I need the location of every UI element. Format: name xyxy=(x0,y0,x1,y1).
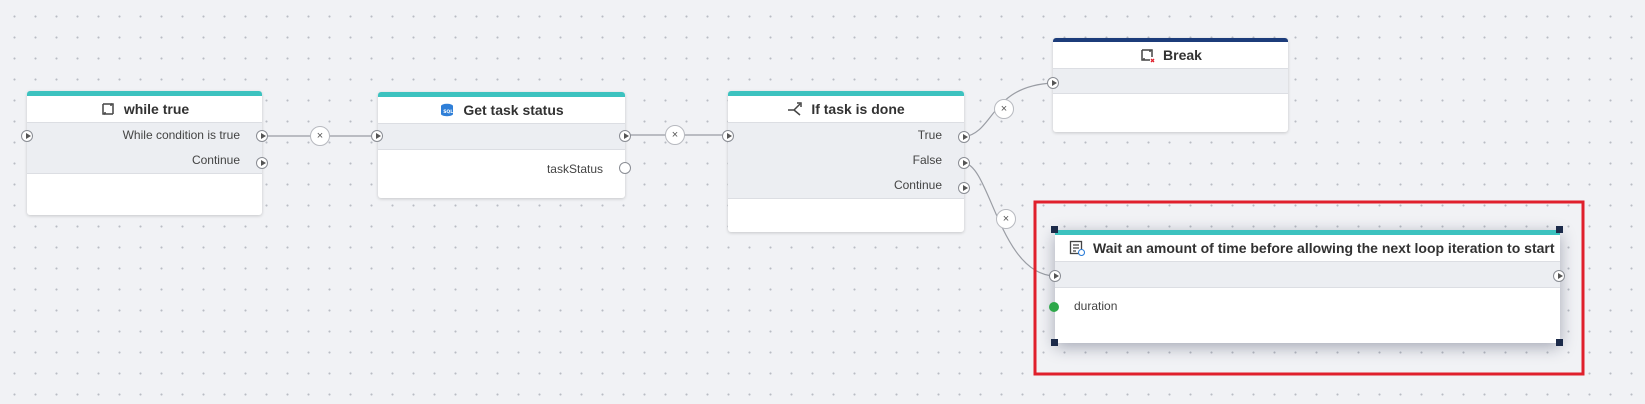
node-header: Wait an amount of time before allowing t… xyxy=(1055,230,1560,262)
input-port[interactable] xyxy=(1047,77,1059,89)
node-wait[interactable]: Wait an amount of time before allowing t… xyxy=(1055,230,1560,343)
output-port[interactable] xyxy=(1553,270,1565,282)
node-title: Get task status xyxy=(463,102,564,118)
node-title: If task is done xyxy=(811,101,905,117)
input-port[interactable] xyxy=(21,130,33,142)
svg-text:SQL: SQL xyxy=(444,109,454,115)
loop-break-icon xyxy=(1141,49,1155,63)
input-port[interactable] xyxy=(722,130,734,142)
disconnect-button[interactable]: × xyxy=(665,125,685,145)
node-header: while true xyxy=(27,91,262,123)
node-while-true[interactable]: while true While condition is true Conti… xyxy=(27,91,262,215)
resize-handle-top-right[interactable] xyxy=(1556,226,1563,233)
input-port[interactable] xyxy=(1049,270,1061,282)
port-row: Continue xyxy=(27,148,262,173)
disconnect-button[interactable]: × xyxy=(996,209,1016,229)
port-label-duration: duration xyxy=(1074,299,1118,313)
node-header: If task is done xyxy=(728,91,964,123)
branch-icon xyxy=(788,102,803,116)
port-label-task-status: taskStatus xyxy=(546,162,603,176)
node-ports-band: While condition is true Continue xyxy=(27,123,262,174)
resize-handle-top-left[interactable] xyxy=(1051,226,1058,233)
node-header: Break xyxy=(1053,38,1288,69)
output-port-continue[interactable] xyxy=(256,157,268,169)
disconnect-button[interactable]: × xyxy=(310,126,330,146)
node-get-task-status[interactable]: SQL Get task status taskStatus xyxy=(378,92,625,198)
node-title: while true xyxy=(123,101,190,117)
port-row: taskStatus xyxy=(378,150,625,188)
input-port[interactable] xyxy=(371,130,383,142)
port-label-while-condition: While condition is true xyxy=(122,128,240,142)
port-label-continue: Continue xyxy=(893,178,942,192)
node-title: Break xyxy=(1163,47,1202,63)
node-ports-band: True False Continue xyxy=(728,123,964,199)
output-port-false[interactable] xyxy=(958,157,970,169)
node-ports-band xyxy=(1055,262,1560,288)
output-port-continue[interactable] xyxy=(958,182,970,194)
node-ports-band xyxy=(1053,69,1288,94)
node-header: SQL Get task status xyxy=(378,92,625,124)
input-port-duration[interactable] xyxy=(1049,302,1059,312)
port-label-continue: Continue xyxy=(191,153,240,167)
port-row: False xyxy=(728,148,964,173)
port-row: Continue xyxy=(728,173,964,198)
node-title: Wait an amount of time before allowing t… xyxy=(1093,240,1555,256)
node-if-task-is-done[interactable]: If task is done True False Continue xyxy=(728,91,964,232)
resize-handle-bottom-left[interactable] xyxy=(1051,339,1058,346)
delay-timer-icon xyxy=(1069,240,1085,256)
node-break[interactable]: Break xyxy=(1053,38,1288,132)
output-port-true[interactable] xyxy=(958,131,970,143)
loop-icon xyxy=(102,103,114,115)
resize-handle-bottom-right[interactable] xyxy=(1556,339,1563,346)
port-row: True xyxy=(728,123,964,148)
node-ports-band xyxy=(378,124,625,150)
disconnect-button[interactable]: × xyxy=(994,99,1014,119)
port-label-false: False xyxy=(912,153,942,167)
port-row: duration xyxy=(1055,288,1560,324)
port-row: While condition is true xyxy=(27,123,262,148)
output-port-task-status[interactable] xyxy=(619,162,631,174)
sql-database-icon: SQL xyxy=(441,103,454,117)
port-label-true: True xyxy=(917,128,942,142)
output-port-while-condition[interactable] xyxy=(256,130,268,142)
output-port[interactable] xyxy=(619,130,631,142)
